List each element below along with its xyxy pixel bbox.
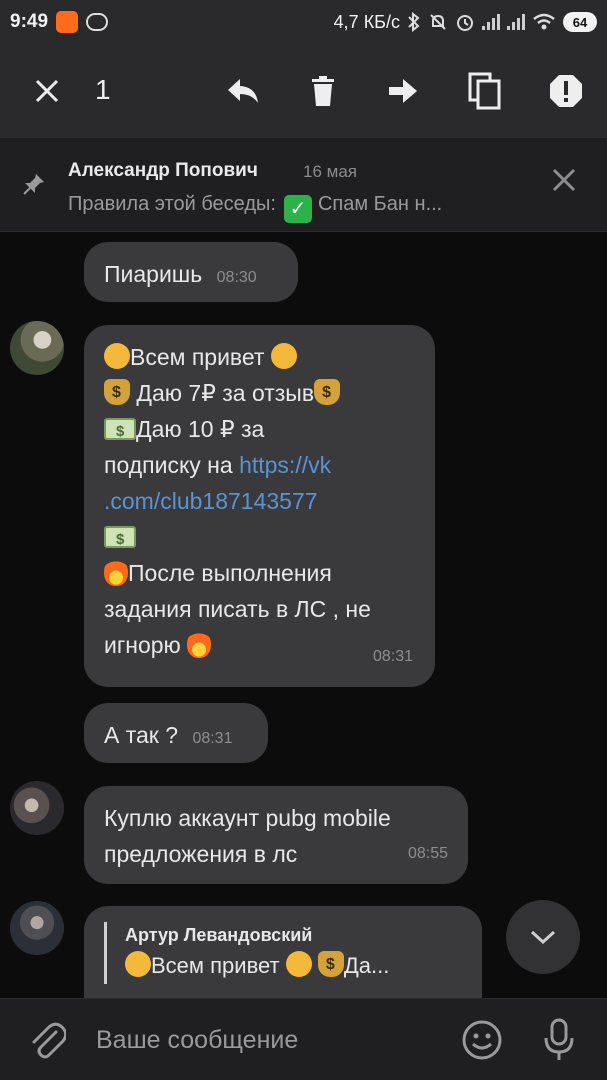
pinned-text: Правила этой беседы: ✓ Спам Бан н...: [68, 193, 518, 223]
waving-hand-icon: [285, 951, 312, 977]
message-text: Пиаришь: [104, 261, 203, 287]
attach-icon[interactable]: [30, 1022, 66, 1060]
forward-icon[interactable]: [378, 66, 428, 116]
pinned-text-tail: Спам Бан н...: [317, 193, 443, 215]
reply-quote[interactable]: Артур Левандовский Всем привет Да...: [104, 922, 462, 984]
pinned-date: 16 мая: [303, 162, 357, 181]
signal2-icon: [507, 14, 525, 30]
wifi-icon: [533, 13, 555, 30]
message-time: 08:31: [372, 648, 413, 665]
reply-text: Да...: [343, 953, 390, 978]
pin-icon: [23, 174, 44, 195]
trash-icon[interactable]: [298, 66, 348, 116]
scroll-down-button[interactable]: [506, 900, 580, 974]
banknote-icon: [104, 414, 136, 450]
message-time: 08:31: [192, 730, 233, 747]
status-right: 4,7 КБ/с 64: [334, 12, 597, 33]
battery-indicator: 64: [563, 12, 597, 32]
reply-author: Артур Левандовский: [125, 925, 313, 945]
message-line: Даю 7₽ за отзыв: [136, 380, 315, 406]
message-bubble[interactable]: Артур Левандовский Всем привет Да...: [84, 906, 482, 998]
message-line: Всем привет: [130, 344, 265, 370]
app-notification-icon: [56, 11, 79, 33]
waving-hand-icon: [270, 343, 297, 369]
signal-icon: [482, 14, 500, 30]
message-line: задания писать в ЛС , не: [104, 596, 371, 622]
close-pinned-icon[interactable]: [550, 166, 578, 199]
message-bubble[interactable]: Всем привет Даю 7₽ за отзыв Даю 10 ₽ за …: [84, 325, 435, 687]
chat-notification-icon: [86, 13, 109, 31]
status-bar: 9:49 4,7 КБ/с 64: [0, 0, 607, 44]
waving-hand-icon: [125, 951, 151, 977]
message-line: После выполнения: [128, 560, 332, 586]
fire-icon: [104, 558, 128, 586]
waving-hand-icon: [104, 343, 130, 369]
money-bag-icon: [104, 375, 130, 411]
chevron-down-icon: [530, 930, 556, 945]
selected-count: 1: [95, 74, 111, 105]
banknote-icon: [104, 522, 136, 558]
copy-icon[interactable]: [460, 66, 510, 116]
bluetooth-icon: [408, 12, 420, 32]
message-link[interactable]: https://vk: [239, 452, 331, 478]
message-time: 08:55: [407, 845, 448, 862]
message-time: 08:30: [216, 269, 257, 286]
reply-icon[interactable]: [218, 66, 268, 116]
avatar[interactable]: [10, 781, 64, 835]
reply-text: Всем привет: [151, 953, 280, 978]
message-line: предложения в лс: [104, 841, 298, 867]
network-speed: 4,7 КБ/с: [333, 11, 400, 32]
message-bubble[interactable]: А так ? 08:31: [84, 703, 268, 763]
selection-action-bar: 1: [0, 44, 607, 138]
message-line: Куплю аккаунт pubg mobile: [104, 805, 391, 831]
message-input-bar: [0, 998, 607, 1080]
message-line: подписку на: [104, 452, 240, 478]
alarm-icon: [457, 15, 473, 31]
report-icon[interactable]: [541, 66, 591, 116]
message-link[interactable]: .com/club187143577: [104, 488, 318, 514]
pinned-text-main: Правила этой беседы:: [68, 193, 276, 215]
message-text: А так ?: [104, 722, 179, 748]
avatar[interactable]: [10, 901, 64, 955]
check-mark-icon: ✓: [283, 194, 312, 223]
message-bubble[interactable]: Пиаришь 08:30: [84, 242, 298, 302]
money-bag-icon: [317, 947, 344, 983]
pinned-author: Александр Попович: [68, 160, 258, 181]
close-icon[interactable]: [22, 66, 72, 116]
avatar[interactable]: [10, 321, 64, 375]
message-input[interactable]: Ваше сообщение: [96, 1026, 298, 1055]
status-left: 9:49: [10, 11, 109, 33]
message-line: Даю 10 ₽ за: [136, 416, 265, 442]
money-bag-icon: [314, 375, 341, 411]
fire-icon: [187, 630, 212, 658]
message-bubble[interactable]: Куплю аккаунт pubg mobile предложения в …: [84, 786, 468, 884]
message-line: игнорю: [104, 632, 181, 658]
status-time: 9:49: [10, 11, 49, 32]
emoji-icon[interactable]: [461, 1019, 503, 1061]
mute-icon: [430, 14, 446, 30]
microphone-icon[interactable]: [542, 1018, 576, 1062]
